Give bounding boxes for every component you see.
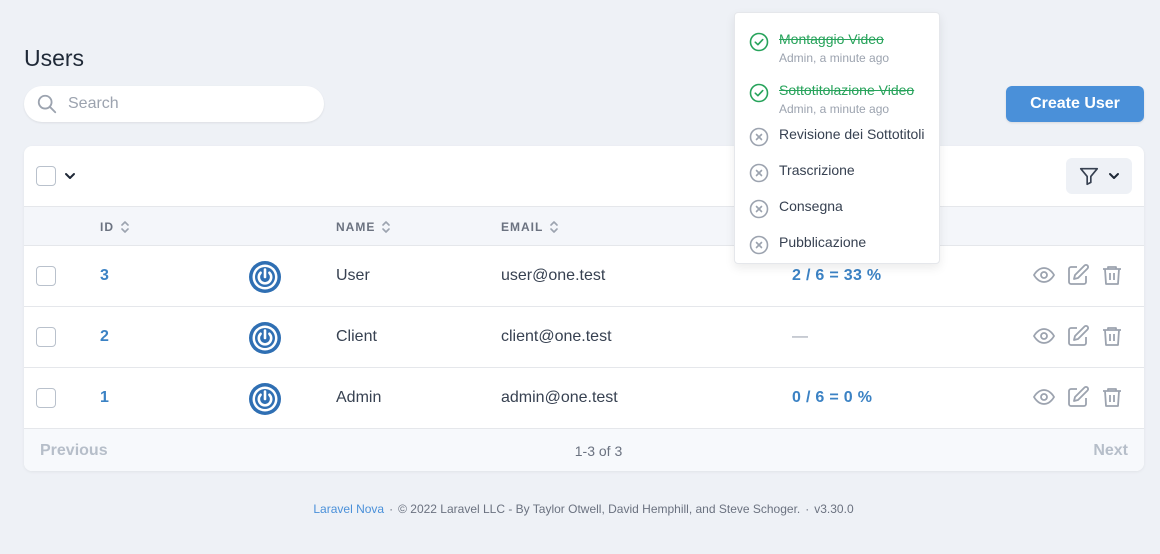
create-user-button[interactable]: Create User [1006, 86, 1144, 122]
pagination-info: 1-3 of 3 [574, 443, 623, 459]
sort-icon [382, 221, 391, 233]
row-actions [1032, 385, 1124, 409]
search-icon [37, 94, 57, 114]
chevron-down-icon[interactable] [64, 170, 76, 182]
select-all-checkbox[interactable] [36, 166, 56, 186]
user-id-link[interactable]: 1 [100, 389, 109, 407]
column-header-id[interactable]: ID [100, 219, 130, 235]
column-header-label: ID [100, 220, 114, 234]
eye-icon[interactable] [1032, 324, 1056, 348]
table-row: 3 User user@one.test 2 / 6 = 33 % [24, 246, 1144, 307]
sort-icon [121, 221, 129, 233]
footer-separator: · [805, 502, 810, 516]
user-email: user@one.test [501, 267, 606, 284]
checklist-item: Montaggio Video Admin, a minute ago [749, 31, 889, 65]
filter-button[interactable] [1066, 158, 1132, 194]
edit-icon[interactable] [1066, 263, 1090, 287]
row-actions [1032, 324, 1124, 348]
table-header: ID NAME EMAIL [24, 206, 1144, 246]
row-actions [1032, 263, 1124, 287]
search-input[interactable] [68, 95, 298, 113]
checklist-item-label: Revisione dei Sottotitoli [779, 126, 925, 142]
column-header-name[interactable]: NAME [336, 219, 391, 235]
trash-icon[interactable] [1100, 324, 1124, 348]
avatar [249, 383, 281, 415]
checklist-progress[interactable]: 2 / 6 = 33 % [792, 267, 881, 285]
footer: Laravel Nova · © 2022 Laravel LLC - By Tay… [0, 502, 1160, 516]
edit-icon[interactable] [1066, 385, 1090, 409]
checklist-item: Sottotitolazione Video Admin, a minute a… [749, 82, 914, 116]
user-email: admin@one.test [501, 389, 618, 406]
avatar [249, 261, 281, 293]
page-title: Users [24, 45, 85, 71]
eye-icon[interactable] [1032, 263, 1056, 287]
table-row: 1 Admin admin@one.test 0 / 6 = 0 % [24, 368, 1144, 429]
checklist-item: Trascrizione [749, 162, 855, 183]
checklist-item-label: Pubblicazione [779, 234, 867, 250]
checklist-item: Revisione dei Sottotitoli [749, 126, 925, 147]
laravel-nova-link[interactable]: Laravel Nova [313, 502, 384, 516]
checklist-popover: Montaggio Video Admin, a minute ago Sott… [734, 12, 940, 264]
checklist-item: Pubblicazione [749, 234, 866, 255]
pagination: Previous 1-3 of 3 Next [24, 429, 1144, 471]
user-name: Admin [336, 389, 382, 406]
chevron-down-icon [1109, 173, 1119, 179]
user-id-link[interactable]: 3 [100, 267, 109, 285]
table-toolbar [24, 146, 1144, 206]
table-row: 2 Client client@one.test — [24, 307, 1144, 368]
users-table-card: ID NAME EMAIL 3 User user@one.test 2 / 6… [24, 146, 1144, 471]
search-box[interactable] [24, 86, 324, 122]
x-circle-icon [749, 199, 769, 219]
x-circle-icon [749, 235, 769, 255]
checklist-item-meta: Admin, a minute ago [779, 51, 890, 65]
column-header-label: NAME [336, 220, 376, 234]
trash-icon[interactable] [1100, 263, 1124, 287]
checklist-item-label: Sottotitolazione Video [779, 82, 915, 98]
footer-copyright: © 2022 Laravel LLC - By Taylor Otwell, D… [398, 502, 801, 516]
checklist-item-label: Trascrizione [779, 162, 855, 178]
user-name: Client [336, 328, 377, 345]
next-page-button[interactable]: Next [1093, 442, 1128, 460]
check-circle-icon [749, 32, 769, 52]
footer-separator: · [389, 502, 394, 516]
checklist-progress: — [792, 328, 809, 345]
x-circle-icon [749, 163, 769, 183]
user-email: client@one.test [501, 328, 612, 345]
eye-icon[interactable] [1032, 385, 1056, 409]
edit-icon[interactable] [1066, 324, 1090, 348]
filter-icon [1079, 167, 1099, 186]
checklist-item-label: Montaggio Video [779, 31, 884, 47]
row-checkbox[interactable] [36, 388, 56, 408]
x-circle-icon [749, 127, 769, 147]
row-checkbox[interactable] [36, 327, 56, 347]
row-checkbox[interactable] [36, 266, 56, 286]
sort-icon [550, 221, 559, 233]
column-header-email[interactable]: EMAIL [501, 219, 559, 235]
footer-version: v3.30.0 [814, 502, 854, 516]
checklist-progress[interactable]: 0 / 6 = 0 % [792, 389, 872, 407]
trash-icon[interactable] [1100, 385, 1124, 409]
checklist-item-label: Consegna [779, 198, 843, 214]
column-header-label: EMAIL [501, 220, 544, 234]
avatar [249, 322, 281, 354]
checklist-item: Consegna [749, 198, 843, 219]
check-circle-icon [749, 83, 769, 103]
checklist-item-meta: Admin, a minute ago [779, 102, 890, 116]
user-id-link[interactable]: 2 [100, 328, 109, 346]
user-name: User [336, 267, 370, 284]
